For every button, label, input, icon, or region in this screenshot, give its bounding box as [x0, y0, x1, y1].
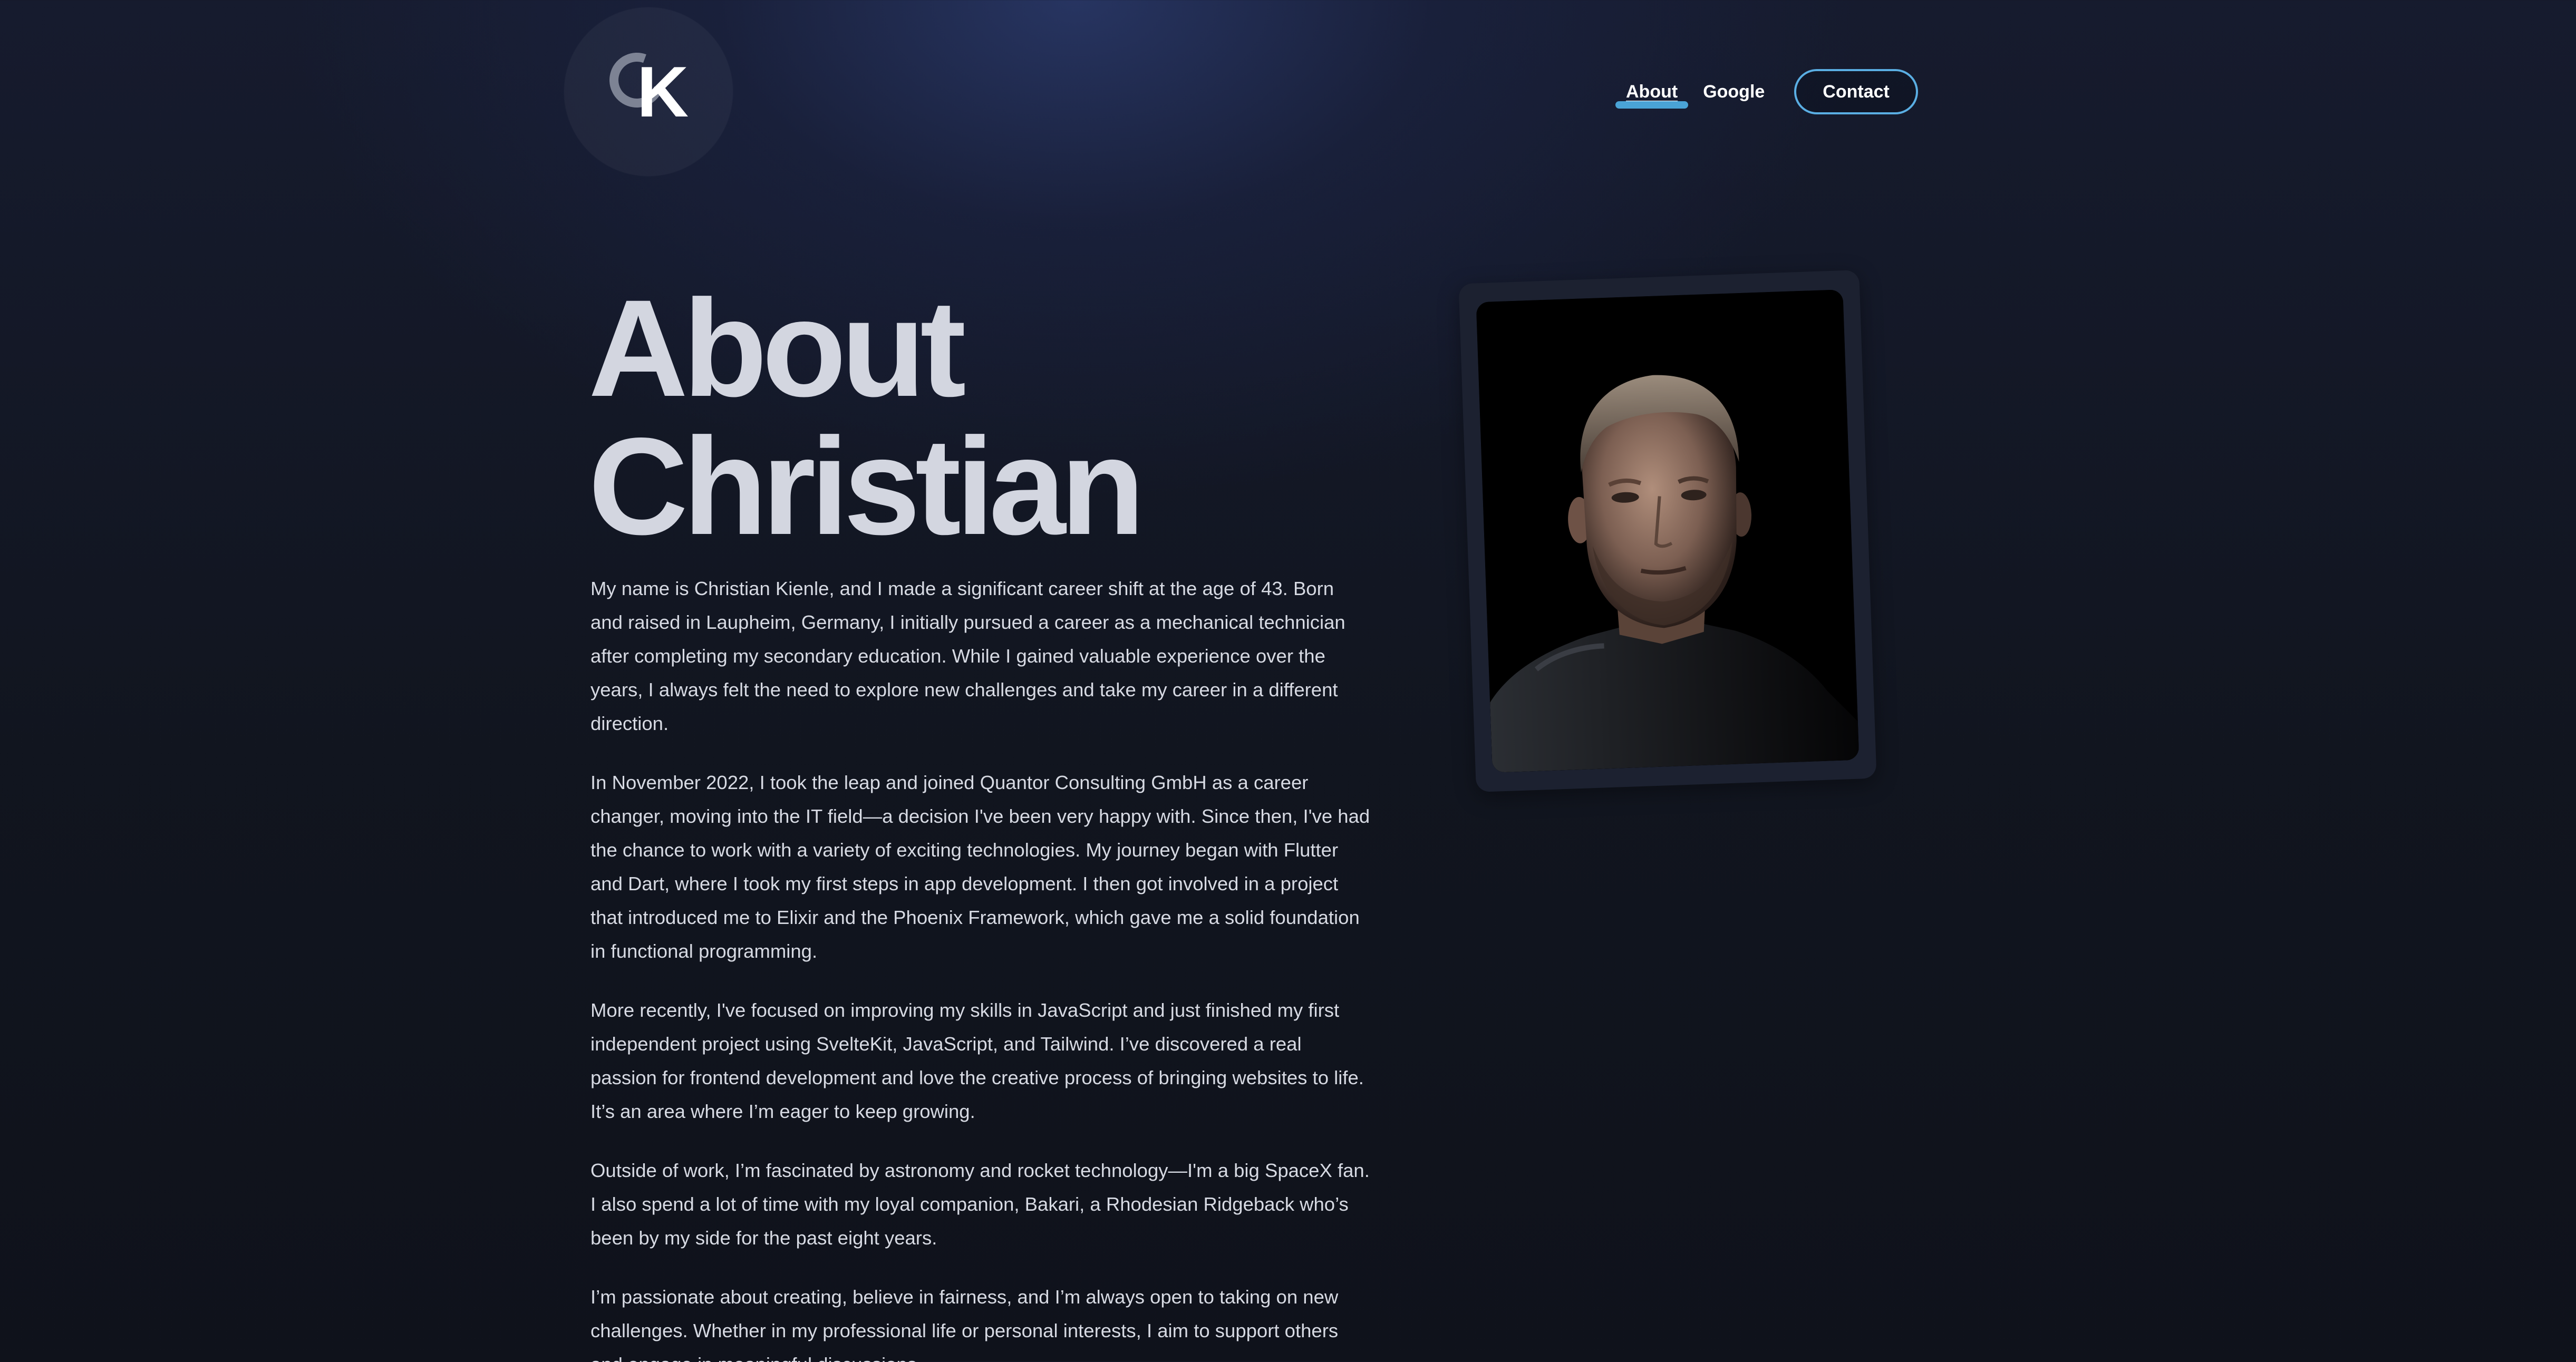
- logo-k-mark: K: [637, 52, 689, 132]
- contact-button[interactable]: Contact: [1794, 69, 1918, 114]
- bio-paragraph: In November 2022, I took the leap and jo…: [590, 772, 1370, 962]
- nav-link-google[interactable]: Google: [1690, 67, 1777, 116]
- portrait-photo: [1476, 289, 1860, 773]
- portrait-illustration: [1476, 289, 1860, 773]
- main-nav: About Google Contact: [1613, 67, 1918, 116]
- nav-link-about[interactable]: About: [1613, 67, 1690, 116]
- portrait-frame: [1458, 270, 1877, 792]
- bio-paragraph: I’m passionate about creating, believe i…: [590, 1286, 1339, 1362]
- bio-text: My name is Christian Kienle, and I made …: [590, 572, 1371, 1362]
- bio-paragraph: My name is Christian Kienle, and I made …: [590, 578, 1345, 734]
- bio-paragraph: Outside of work, I’m fascinated by astro…: [590, 1160, 1370, 1249]
- page-title-line-1: About: [588, 271, 966, 425]
- bio-paragraph: More recently, I've focused on improving…: [590, 999, 1364, 1122]
- site-logo[interactable]: K: [564, 7, 733, 176]
- page-title-line-2: Christian: [588, 409, 1145, 563]
- page-title: About Christian: [588, 271, 1145, 563]
